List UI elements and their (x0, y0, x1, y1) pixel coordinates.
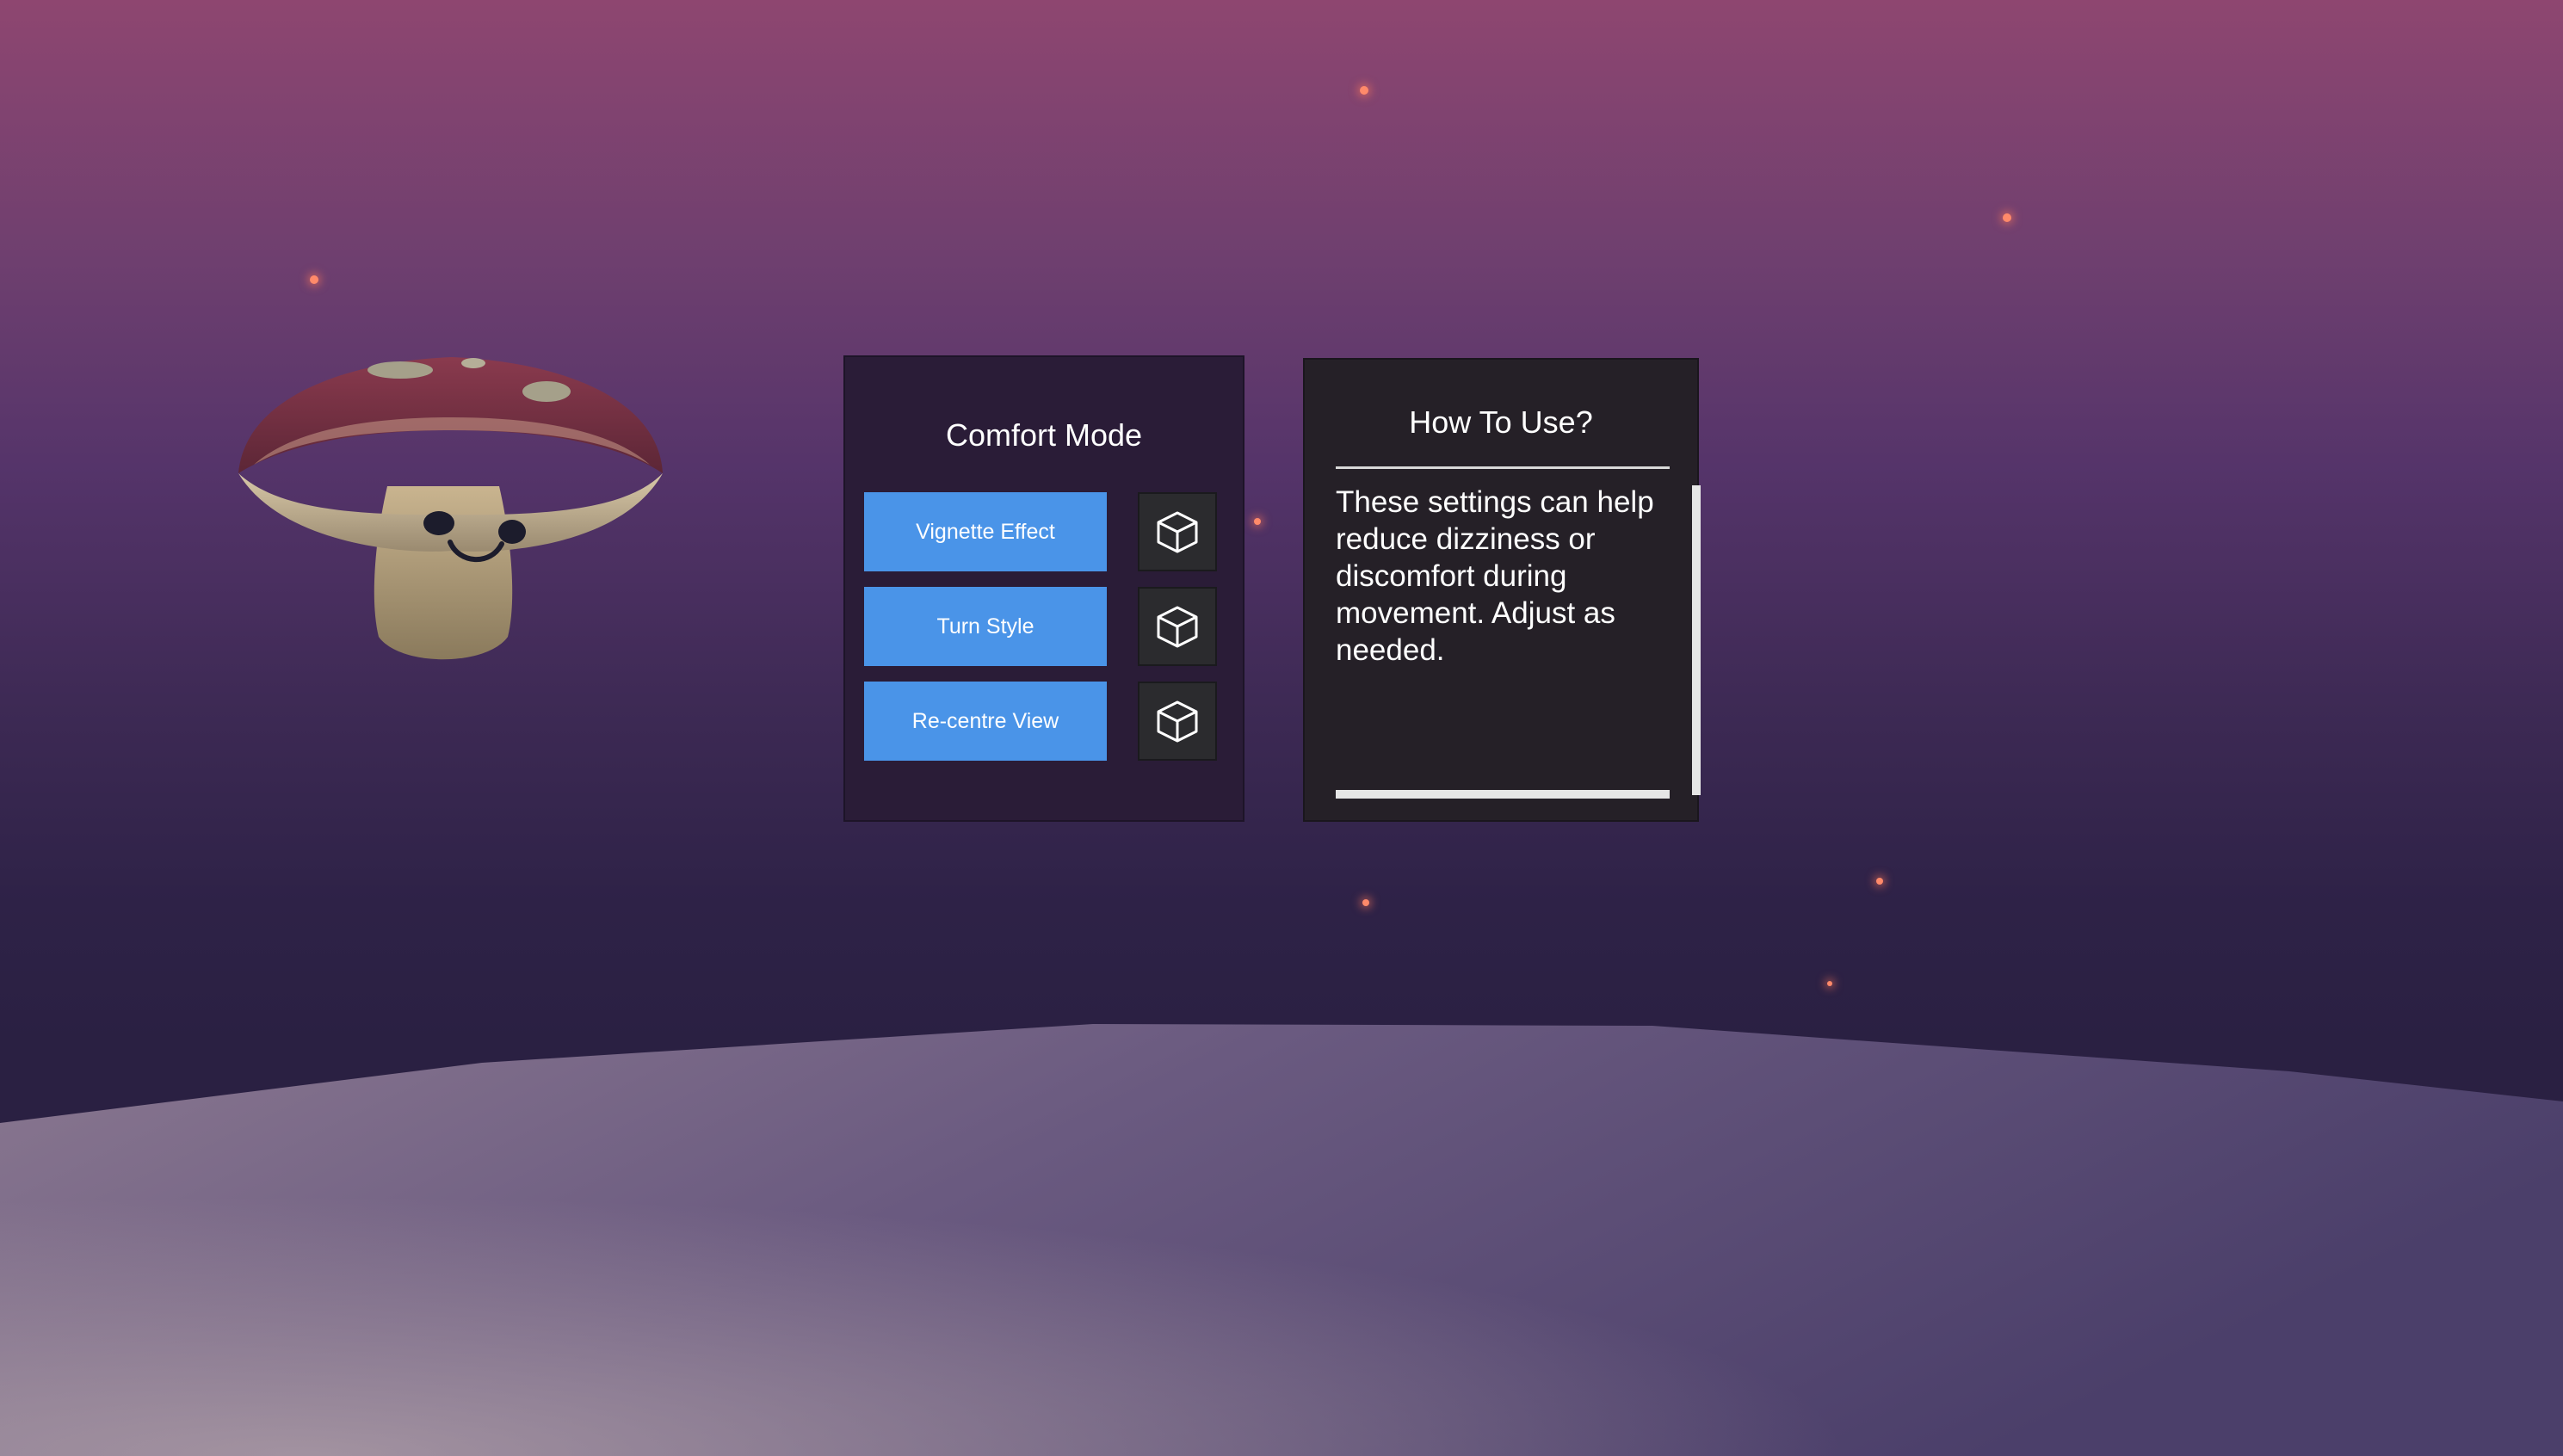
vignette-effect-icon-button[interactable] (1138, 492, 1217, 571)
title-divider (1336, 466, 1670, 469)
sparkle-particle (2003, 213, 2011, 222)
comfort-mode-panel: Comfort Mode Vignette Effect Turn Style … (843, 355, 1244, 822)
vertical-scrollbar-thumb[interactable] (1692, 485, 1701, 795)
panel-title: Comfort Mode (945, 417, 1143, 453)
mushroom-character (238, 357, 663, 660)
sparkle-particle (310, 275, 318, 284)
sparkle-particle (1876, 878, 1883, 885)
cube-icon (1157, 511, 1198, 553)
vr-scene: Comfort Mode Vignette Effect Turn Style … (0, 0, 2563, 1456)
option-row-turn-style: Turn Style (864, 587, 1217, 668)
turn-style-icon-button[interactable] (1138, 587, 1217, 666)
option-row-vignette: Vignette Effect (864, 492, 1217, 573)
cube-icon (1157, 606, 1198, 648)
ground-floor (0, 1024, 2563, 1456)
sparkle-particle (1827, 981, 1832, 986)
sparkle-particle (1254, 518, 1261, 525)
panel-title: How To Use? (1409, 404, 1593, 440)
recentre-view-button[interactable]: Re-centre View (864, 682, 1107, 761)
vignette-effect-button[interactable]: Vignette Effect (864, 492, 1107, 571)
cube-icon (1157, 700, 1198, 743)
vertical-scrollbar[interactable] (1692, 485, 1701, 795)
how-to-use-panel: How To Use? These settings can help redu… (1303, 358, 1701, 822)
horizontal-scrollbar-thumb[interactable] (1336, 790, 1670, 799)
help-text: These settings can help reduce dizziness… (1336, 485, 1654, 667)
horizontal-scrollbar[interactable] (1336, 790, 1670, 799)
option-row-recentre: Re-centre View (864, 682, 1217, 762)
sparkle-particle (1360, 86, 1368, 95)
recentre-view-icon-button[interactable] (1138, 682, 1217, 761)
sparkle-particle (1362, 899, 1369, 906)
turn-style-button[interactable]: Turn Style (864, 587, 1107, 666)
